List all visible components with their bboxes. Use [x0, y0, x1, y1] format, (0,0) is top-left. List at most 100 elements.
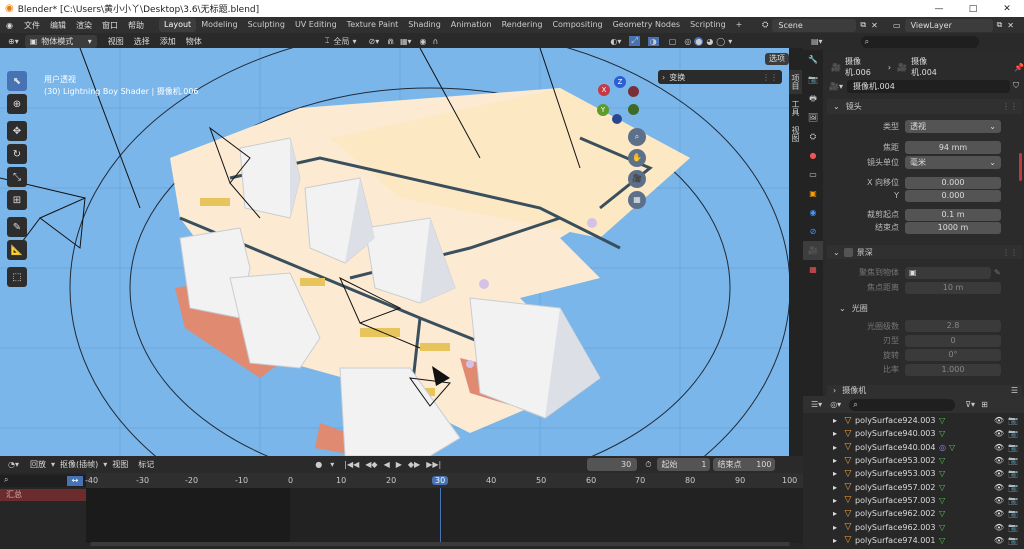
shift-x-field[interactable]: 0.000: [905, 176, 1001, 189]
expand-arrow-icon[interactable]: ▸: [833, 509, 841, 518]
minimize-button[interactable]: —: [922, 4, 956, 14]
viewlayer-selector[interactable]: ▭ ViewLayer ⧉ ✕: [893, 18, 1014, 32]
tab-shading[interactable]: Shading: [403, 18, 446, 32]
record-options-icon[interactable]: ▾: [330, 460, 334, 469]
measure-tool-icon[interactable]: 📐: [7, 240, 27, 260]
rendered-shading-icon[interactable]: ◯: [716, 37, 725, 46]
tab-uv-editing[interactable]: UV Editing: [290, 18, 342, 32]
object-tab-icon[interactable]: ▣: [803, 184, 823, 203]
next-keyframe-icon[interactable]: ◆▶: [408, 460, 420, 469]
wireframe-shading-icon[interactable]: ◎: [684, 37, 691, 46]
eye-icon[interactable]: 👁: [994, 483, 1004, 492]
pivot-icon[interactable]: ⊘▾: [369, 37, 380, 46]
filter-icon[interactable]: ⊽▾: [965, 400, 975, 409]
drag-handle-icon[interactable]: ⋮⋮: [762, 73, 778, 82]
tool-tab-icon[interactable]: 🔧: [803, 50, 823, 70]
filter-mode-icon[interactable]: ◎▾: [830, 400, 841, 409]
remove-scene-icon[interactable]: ✕: [871, 21, 878, 30]
fstop-field[interactable]: 2.8: [905, 320, 1001, 333]
options-button[interactable]: 选项: [765, 53, 789, 65]
pan-hand-icon[interactable]: ✋: [628, 149, 646, 167]
play-reverse-icon[interactable]: ◀: [384, 460, 390, 469]
physics-tab-icon[interactable]: ◉: [803, 203, 823, 222]
gizmo-z-axis[interactable]: Z: [614, 76, 626, 88]
scene-name[interactable]: Scene: [772, 18, 857, 32]
lens-panel-header[interactable]: ⌄ 镜头 ⋮⋮: [827, 99, 1022, 114]
rotation-field[interactable]: 0°: [905, 349, 1001, 362]
solid-shading-icon[interactable]: ●: [694, 36, 704, 46]
maximize-button[interactable]: □: [956, 4, 990, 14]
transform-panel-header[interactable]: › 变换 ⋮⋮: [658, 70, 782, 84]
overlay-toggle-icon[interactable]: ◑: [647, 36, 659, 46]
drag-handle-icon[interactable]: ⋮⋮: [1002, 248, 1018, 257]
list-item[interactable]: ▸ ▽ polySurface924.003 ▽ 👁 📷: [833, 414, 1024, 427]
focus-object-field[interactable]: ▣: [905, 266, 991, 279]
drag-handle-icon[interactable]: ⋮⋮: [1002, 102, 1018, 111]
eyedropper-icon[interactable]: ✎: [994, 268, 1001, 277]
pin-icon[interactable]: 📌: [1014, 63, 1024, 72]
scale-tool-icon[interactable]: ⤡: [7, 167, 27, 187]
blades-field[interactable]: 0: [905, 334, 1001, 347]
eye-icon[interactable]: 👁: [994, 443, 1004, 452]
ratio-field[interactable]: 1.000: [905, 363, 1001, 376]
camera-data-name[interactable]: 摄像机.004: [847, 79, 1010, 93]
current-frame-marker[interactable]: 30: [432, 476, 449, 485]
new-collection-icon[interactable]: ⊞: [981, 400, 988, 409]
outliner-editor-icon[interactable]: ☰▾: [811, 400, 822, 409]
clip-start-field[interactable]: 0.1 m: [905, 208, 1001, 221]
current-frame-field[interactable]: 30: [587, 458, 638, 471]
eye-icon[interactable]: 👁: [994, 429, 1004, 438]
eye-icon[interactable]: 👁: [994, 416, 1004, 425]
expand-arrow-icon[interactable]: ▸: [833, 536, 841, 545]
dof-checkbox[interactable]: [843, 247, 853, 257]
expand-arrow-icon[interactable]: ▸: [833, 416, 841, 425]
add-workspace-button[interactable]: +: [731, 18, 748, 32]
jump-end-icon[interactable]: ▶▶|: [426, 460, 441, 469]
eye-icon[interactable]: 👁: [994, 523, 1004, 532]
list-item[interactable]: ▸ ▽ polySurface957.002 ▽ 👁 📷: [833, 480, 1024, 493]
material-shading-icon[interactable]: ◕: [706, 37, 713, 46]
shift-y-field[interactable]: 0.000: [905, 189, 1001, 202]
gizmo-x-axis[interactable]: X: [598, 84, 610, 96]
tab-sculpting[interactable]: Sculpting: [243, 18, 290, 32]
viewlayer-name[interactable]: ViewLayer: [904, 18, 993, 32]
gizmo-neg-z-axis[interactable]: [612, 114, 622, 124]
ortho-grid-icon[interactable]: ▦: [628, 191, 646, 209]
cursor-tool-icon[interactable]: ⊕: [7, 94, 27, 114]
camera-render-icon[interactable]: 📷: [1008, 429, 1018, 438]
remove-viewlayer-icon[interactable]: ✕: [1007, 21, 1014, 30]
eye-icon[interactable]: 👁: [994, 469, 1004, 478]
menu-edit[interactable]: 编辑: [45, 20, 71, 31]
mode-dropdown[interactable]: ▣ 物体模式 ▾: [24, 34, 97, 48]
output-tab-icon[interactable]: 🖶: [803, 89, 823, 108]
tab-scripting[interactable]: Scripting: [685, 18, 731, 32]
list-item[interactable]: ▸ ▽ polySurface953.002 ▽ 👁 📷: [833, 454, 1024, 467]
tab-animation[interactable]: Animation: [446, 18, 497, 32]
collection-tab-icon[interactable]: ▭: [803, 165, 823, 184]
dof-panel-header[interactable]: ⌄ 景深 ⋮⋮: [827, 245, 1022, 259]
shading-options-icon[interactable]: ▾: [728, 37, 732, 46]
tab-layout[interactable]: Layout: [158, 18, 197, 32]
annotate-tool-icon[interactable]: ✎: [7, 217, 27, 237]
tab-view[interactable]: 视图: [789, 122, 802, 146]
tab-modeling[interactable]: Modeling: [196, 18, 242, 32]
menu-add[interactable]: 添加: [155, 36, 181, 47]
tab-rendering[interactable]: Rendering: [497, 18, 548, 32]
fake-user-icon[interactable]: ⛉: [1013, 81, 1019, 91]
menu-file[interactable]: 文件: [19, 20, 45, 31]
menu-timeline-view[interactable]: 视图: [107, 459, 133, 470]
camera-render-icon[interactable]: 📷: [1008, 443, 1018, 452]
list-icon[interactable]: ☰: [1011, 386, 1018, 395]
list-item[interactable]: ▸ ▽ polySurface974.001 ▽ 👁 📷: [833, 534, 1024, 547]
camera-panel-header[interactable]: › 摄像机 ☰: [827, 385, 1022, 396]
proportional-edit-icon[interactable]: ◉: [420, 37, 427, 46]
tab-tool[interactable]: 工具: [789, 96, 802, 120]
close-button[interactable]: ✕: [990, 4, 1024, 14]
expand-arrow-icon[interactable]: ▸: [833, 429, 841, 438]
expand-arrow-icon[interactable]: ▸: [833, 443, 841, 452]
camera-render-icon[interactable]: 📷: [1008, 469, 1018, 478]
eye-icon[interactable]: 👁: [994, 509, 1004, 518]
snap-target-icon[interactable]: ▦▾: [400, 37, 412, 46]
list-item[interactable]: ▸ ▽ polySurface962.002 ▽ 👁 📷: [833, 507, 1024, 520]
xray-icon[interactable]: ▢: [669, 37, 677, 46]
